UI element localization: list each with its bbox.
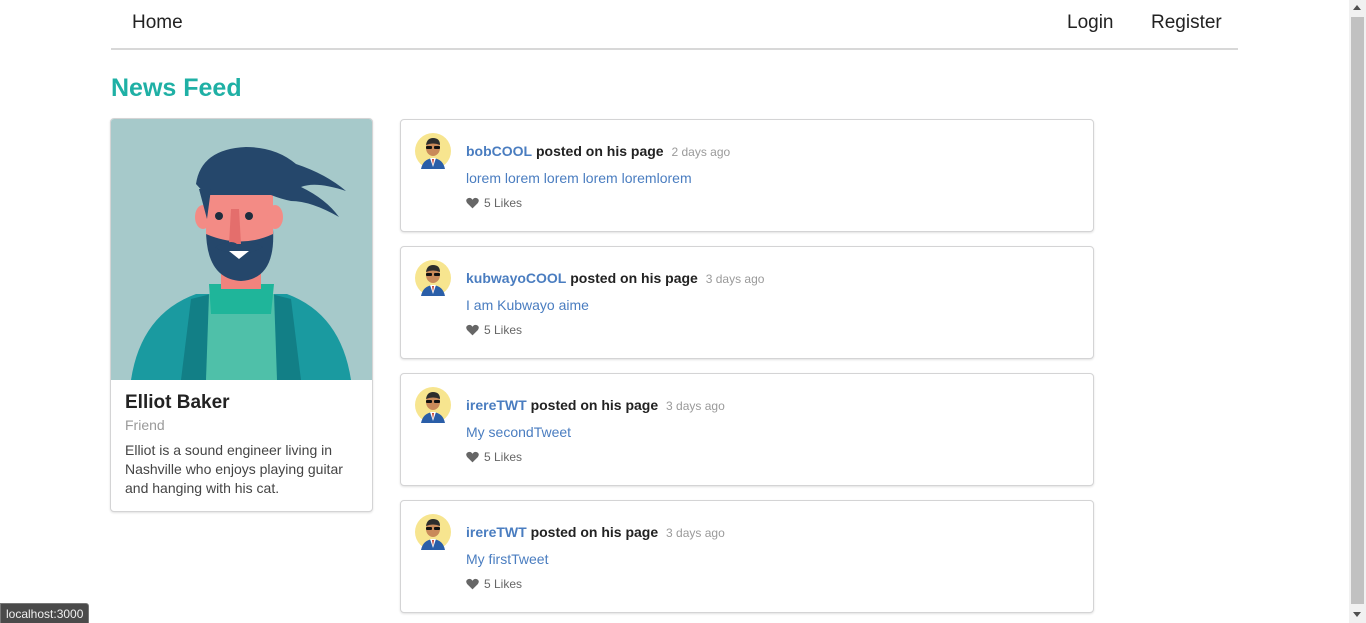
page-title: News Feed	[111, 74, 242, 102]
scrollbar-thumb[interactable]	[1351, 17, 1364, 604]
post-action: posted on his page	[570, 270, 698, 286]
post-header: bobCOOL posted on his page 2 days ago	[466, 143, 730, 159]
post-likes[interactable]: 5 Likes	[466, 196, 522, 210]
post-text[interactable]: I am Kubwayo aime	[466, 297, 589, 313]
post-date: 2 days ago	[671, 145, 731, 159]
post-card: bobCOOL posted on his page 2 days ago lo…	[400, 119, 1094, 232]
post-text[interactable]: lorem lorem lorem lorem loremlorem	[466, 170, 692, 186]
profile-illustration	[111, 119, 372, 380]
post-likes-count: 5 Likes	[484, 196, 523, 210]
top-nav: Home Login Register	[111, 0, 1238, 50]
profile-name[interactable]: Elliot Baker	[125, 392, 230, 414]
post-header: irereTWT posted on his page 3 days ago	[466, 524, 725, 540]
post-likes-count: 5 Likes	[484, 323, 523, 337]
post-card: irereTWT posted on his page 3 days ago M…	[400, 500, 1094, 613]
profile-meta: Friend	[125, 417, 165, 433]
post-date: 3 days ago	[666, 526, 725, 540]
browser-status-bar: localhost:3000	[0, 603, 90, 623]
post-likes[interactable]: 5 Likes	[466, 450, 522, 464]
avatar-icon	[415, 387, 451, 423]
post-author-link[interactable]: bobCOOL	[466, 143, 532, 159]
nav-login-link[interactable]: Login	[1067, 12, 1114, 34]
nav-home-link[interactable]: Home	[132, 12, 183, 34]
vertical-scrollbar[interactable]	[1349, 0, 1366, 623]
page: Home Login Register News Feed Elliot Bak…	[0, 0, 1366, 623]
heart-icon[interactable]	[466, 578, 479, 590]
post-author-link[interactable]: irereTWT	[466, 524, 527, 540]
post-action: posted on his page	[536, 143, 664, 159]
post-text[interactable]: My secondTweet	[466, 424, 571, 440]
post-likes[interactable]: 5 Likes	[466, 577, 522, 591]
avatar-icon	[415, 133, 451, 169]
post-text[interactable]: My firstTweet	[466, 551, 548, 567]
post-header: kubwayoCOOL posted on his page 3 days ag…	[466, 270, 764, 286]
heart-icon[interactable]	[466, 197, 479, 209]
scroll-up-arrow-icon[interactable]	[1353, 5, 1361, 10]
post-card: irereTWT posted on his page 3 days ago M…	[400, 373, 1094, 486]
nav-register-link[interactable]: Register	[1151, 12, 1222, 34]
post-author-link[interactable]: irereTWT	[466, 397, 527, 413]
post-likes[interactable]: 5 Likes	[466, 323, 522, 337]
avatar-icon	[415, 260, 451, 296]
post-action: posted on his page	[530, 397, 659, 413]
heart-icon[interactable]	[466, 324, 479, 336]
post-likes-count: 5 Likes	[484, 450, 523, 464]
scroll-down-arrow-icon[interactable]	[1353, 612, 1361, 617]
post-date: 3 days ago	[705, 272, 765, 286]
post-date: 3 days ago	[666, 399, 725, 413]
post-header: irereTWT posted on his page 3 days ago	[466, 397, 725, 413]
post-likes-count: 5 Likes	[484, 577, 523, 591]
profile-description: Elliot is a sound engineer living in Nas…	[125, 442, 343, 496]
heart-icon[interactable]	[466, 451, 479, 463]
post-card: kubwayoCOOL posted on his page 3 days ag…	[400, 246, 1094, 359]
profile-card: Elliot Baker Friend Elliot is a sound en…	[110, 118, 373, 512]
avatar-icon	[415, 514, 451, 550]
post-author-link[interactable]: kubwayoCOOL	[466, 270, 566, 286]
post-action: posted on his page	[530, 524, 659, 540]
